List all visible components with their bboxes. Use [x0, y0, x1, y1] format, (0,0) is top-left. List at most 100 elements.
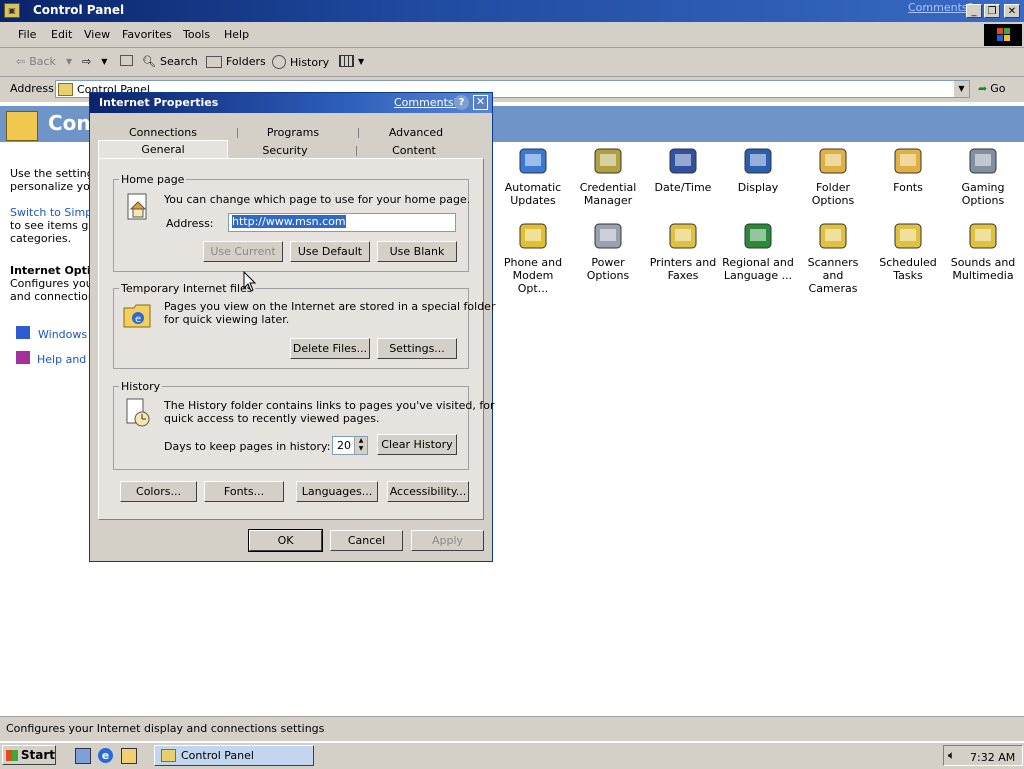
- cp-item-label: Folder Options: [811, 181, 855, 207]
- start-button[interactable]: Start: [2, 745, 56, 765]
- languages-button[interactable]: Languages...: [296, 481, 378, 502]
- history-button[interactable]: History: [272, 55, 329, 69]
- cp-item-calendar-clock[interactable]: Date/Time: [646, 145, 720, 194]
- control-panel-small-icon: [58, 83, 73, 96]
- home-page-legend: Home page: [119, 173, 187, 186]
- control-panel-task-icon: [161, 749, 176, 762]
- settings-button[interactable]: Settings...: [377, 338, 457, 359]
- help-and-support-link[interactable]: Help and S: [37, 353, 97, 366]
- folder-options-icon: [816, 145, 850, 177]
- internet-explorer-icon[interactable]: e: [98, 748, 113, 763]
- use-current-button[interactable]: Use Current: [203, 241, 283, 262]
- tab-connections[interactable]: Connections: [113, 125, 213, 141]
- section-desc-1: Configures your: [10, 277, 98, 290]
- menu-edit[interactable]: Edit: [51, 28, 72, 41]
- colors-button[interactable]: Colors...: [120, 481, 197, 502]
- address-label: Address: [10, 82, 54, 95]
- tab-general[interactable]: General: [98, 140, 228, 158]
- up-folder-button[interactable]: [120, 55, 133, 66]
- home-page-address-input[interactable]: http://www.msn.com: [228, 213, 456, 232]
- cp-item-scanner-camera[interactable]: Scanners and Cameras: [796, 220, 870, 295]
- cp-item-label: Sounds and: [950, 256, 1016, 269]
- dialog-title: Internet Properties: [99, 96, 219, 109]
- tab-security[interactable]: Security: [235, 143, 335, 159]
- forward-dropdown-icon[interactable]: ▼: [101, 57, 107, 66]
- show-desktop-icon[interactable]: [75, 748, 91, 764]
- cp-item-power-plug[interactable]: Power Options: [571, 220, 645, 282]
- home-address-label: Address:: [166, 217, 214, 230]
- back-button[interactable]: ⇦ Back ▼: [16, 55, 72, 68]
- cp-item-label: Modem Opt...: [512, 269, 554, 295]
- go-button[interactable]: ➦ Go: [978, 82, 1005, 95]
- cp-item-scheduled-tasks[interactable]: Scheduled Tasks: [871, 220, 945, 282]
- cp-item-printer-folder[interactable]: Printers and Faxes: [646, 220, 720, 282]
- cp-item-label: Phone and: [503, 256, 563, 269]
- folders-button[interactable]: Folders: [206, 55, 266, 68]
- tab-advanced[interactable]: Advanced: [366, 125, 466, 141]
- restore-button[interactable]: ❐: [984, 4, 1000, 18]
- menu-favorites[interactable]: Favorites: [122, 28, 172, 41]
- cp-item-label: Multimedia: [952, 269, 1014, 282]
- taskbar-control-panel-button[interactable]: Control Panel: [154, 745, 314, 766]
- views-button[interactable]: ▼: [339, 55, 364, 67]
- clear-history-button[interactable]: Clear History: [377, 434, 457, 455]
- switch-desc-2: categories.: [10, 232, 72, 245]
- dialog-close-button[interactable]: ✕: [473, 95, 488, 110]
- taskbar-clock[interactable]: 7:32 AM: [970, 751, 1015, 764]
- menu-tools[interactable]: Tools: [183, 28, 210, 41]
- spinner-arrows-icon[interactable]: ▲ ▼: [354, 437, 367, 454]
- dialog-comments-link[interactable]: Comments?: [394, 96, 459, 109]
- temp-files-desc-1: Pages you view on the Internet are store…: [164, 300, 496, 313]
- use-blank-button[interactable]: Use Blank: [377, 241, 457, 262]
- tab-separator: [358, 128, 359, 138]
- cp-item-globe-update[interactable]: Automatic Updates: [496, 145, 570, 207]
- comments-link[interactable]: Comments?: [908, 1, 973, 14]
- power-plug-icon: [591, 220, 625, 252]
- menu-view[interactable]: View: [84, 28, 110, 41]
- forward-arrow-icon: ⇨: [82, 55, 92, 68]
- back-label: Back: [29, 55, 56, 68]
- menu-file[interactable]: File: [18, 28, 36, 41]
- cp-item-label: Scanners and: [807, 256, 859, 282]
- dialog-help-button[interactable]: ?: [454, 95, 469, 110]
- temp-files-desc-2: for quick viewing later.: [164, 313, 290, 326]
- cp-item-speaker[interactable]: Sounds and Multimedia: [946, 220, 1020, 282]
- calendar-clock-icon: [666, 145, 700, 177]
- cp-item-phone[interactable]: Phone and Modem Opt...: [496, 220, 570, 295]
- speaker-icon: [966, 220, 1000, 252]
- cp-item-globe[interactable]: Regional and Language ...: [721, 220, 795, 282]
- accessibility-button[interactable]: Accessibility...: [387, 481, 469, 502]
- apply-button[interactable]: Apply: [411, 530, 484, 551]
- cp-item-joystick[interactable]: Gaming Options: [946, 145, 1020, 207]
- fonts-button[interactable]: Fonts...: [204, 481, 284, 502]
- minimize-button[interactable]: _: [966, 4, 982, 18]
- menu-help[interactable]: Help: [224, 28, 249, 41]
- delete-files-button[interactable]: Delete Files...: [290, 338, 370, 359]
- left-pane-intro-2: personalize your: [10, 180, 102, 193]
- control-panel-app-icon[interactable]: ▣: [4, 3, 20, 18]
- tab-programs[interactable]: Programs: [243, 125, 343, 141]
- cp-item-folder-options[interactable]: Folder Options: [796, 145, 870, 207]
- cp-item-keys[interactable]: Credential Manager: [571, 145, 645, 207]
- cp-item-monitor[interactable]: Display: [721, 145, 795, 194]
- volume-speaker-icon[interactable]: 🔈︎: [948, 748, 955, 763]
- forward-button[interactable]: ⇨ ▼: [82, 55, 107, 68]
- ok-button[interactable]: OK: [248, 529, 323, 552]
- cp-item-label: Printers and: [649, 256, 717, 269]
- use-default-button[interactable]: Use Default: [290, 241, 370, 262]
- cp-item-label: Regional and: [722, 256, 794, 269]
- search-button[interactable]: 🔍︎ Search: [142, 55, 198, 68]
- window-close-button[interactable]: ✕: [1004, 4, 1020, 18]
- phone-icon: [516, 220, 550, 252]
- cancel-button[interactable]: Cancel: [330, 530, 403, 551]
- days-label: Days to keep pages in history:: [164, 440, 331, 453]
- days-to-keep-spinner[interactable]: 20 ▲ ▼: [332, 436, 368, 455]
- back-dropdown-icon[interactable]: ▼: [66, 57, 72, 66]
- explorer-quicklaunch-icon[interactable]: [121, 748, 137, 764]
- tab-content[interactable]: Content: [364, 143, 464, 159]
- cp-item-label: Tasks: [893, 269, 923, 282]
- control-panel-banner-icon: [6, 111, 38, 141]
- cp-item-fonts-folder[interactable]: Fonts: [871, 145, 945, 194]
- address-dropdown-icon[interactable]: ▼: [954, 81, 969, 97]
- back-arrow-icon: ⇦: [16, 55, 26, 68]
